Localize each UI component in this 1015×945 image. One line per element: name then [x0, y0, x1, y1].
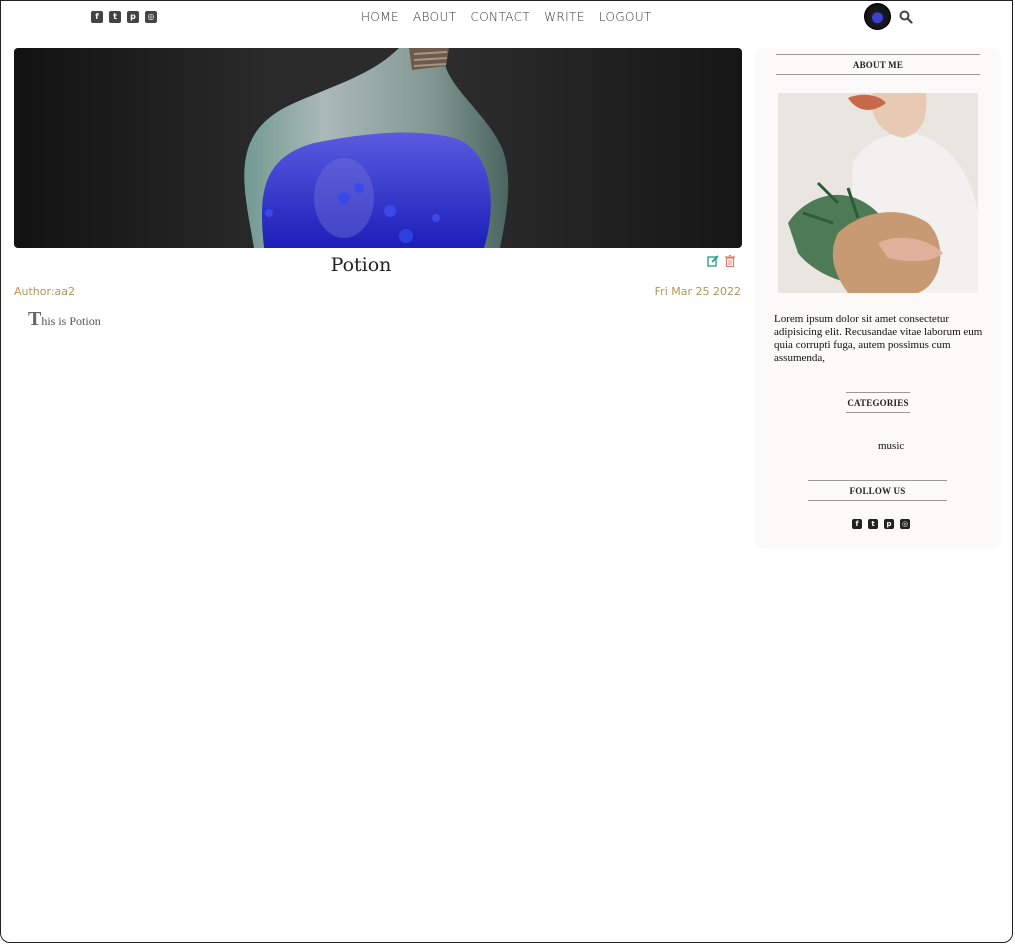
trash-icon[interactable] [725, 255, 735, 267]
post-body: This is Potion [28, 308, 101, 331]
instagram-icon[interactable]: ◎ [145, 11, 157, 23]
sidebar: ABOUT ME Lorem ipsum dolor sit amet cons… [755, 48, 1001, 548]
about-me-title: ABOUT ME [776, 54, 980, 75]
drop-cap: T [28, 308, 42, 330]
nav-logout[interactable]: LOGOUT [599, 10, 652, 24]
nav-about[interactable]: ABOUT [413, 10, 456, 24]
post-body-text: his is Potion [41, 314, 101, 328]
nav-write[interactable]: WRITE [544, 10, 585, 24]
post-title: Potion [330, 254, 392, 276]
pinterest-icon[interactable]: p [884, 519, 894, 529]
twitter-icon[interactable]: t [109, 11, 121, 23]
header-social-links: f t p ◎ [91, 11, 157, 23]
woman-with-bouquet-photo [778, 93, 978, 293]
post-cover-image [14, 48, 742, 248]
top-bar: f t p ◎ HOME ABOUT CONTACT WRITE LOGOUT [0, 0, 1015, 38]
nav-contact[interactable]: CONTACT [470, 10, 530, 24]
main-nav: HOME ABOUT CONTACT WRITE LOGOUT [361, 10, 652, 24]
follow-us-title: FOLLOW US [808, 480, 947, 501]
category-item[interactable]: music [878, 440, 904, 452]
post-author[interactable]: Author:aa2 [14, 285, 75, 298]
pinterest-icon[interactable]: p [127, 11, 139, 23]
edit-icon[interactable] [707, 255, 719, 267]
twitter-icon[interactable]: t [868, 519, 878, 529]
sidebar-social-links: f t p ◎ [852, 519, 910, 529]
facebook-icon[interactable]: f [91, 11, 103, 23]
instagram-icon[interactable]: ◎ [900, 519, 910, 529]
facebook-icon[interactable]: f [852, 519, 862, 529]
nav-home[interactable]: HOME [361, 10, 399, 24]
search-icon[interactable] [899, 10, 913, 24]
post-date: Fri Mar 25 2022 [654, 285, 741, 298]
about-me-text: Lorem ipsum dolor sit amet consectetur a… [774, 313, 983, 364]
user-avatar[interactable] [864, 3, 891, 30]
about-me-image [778, 93, 978, 293]
categories-title: CATEGORIES [846, 392, 910, 413]
potion-bottle-illustration [244, 48, 509, 248]
